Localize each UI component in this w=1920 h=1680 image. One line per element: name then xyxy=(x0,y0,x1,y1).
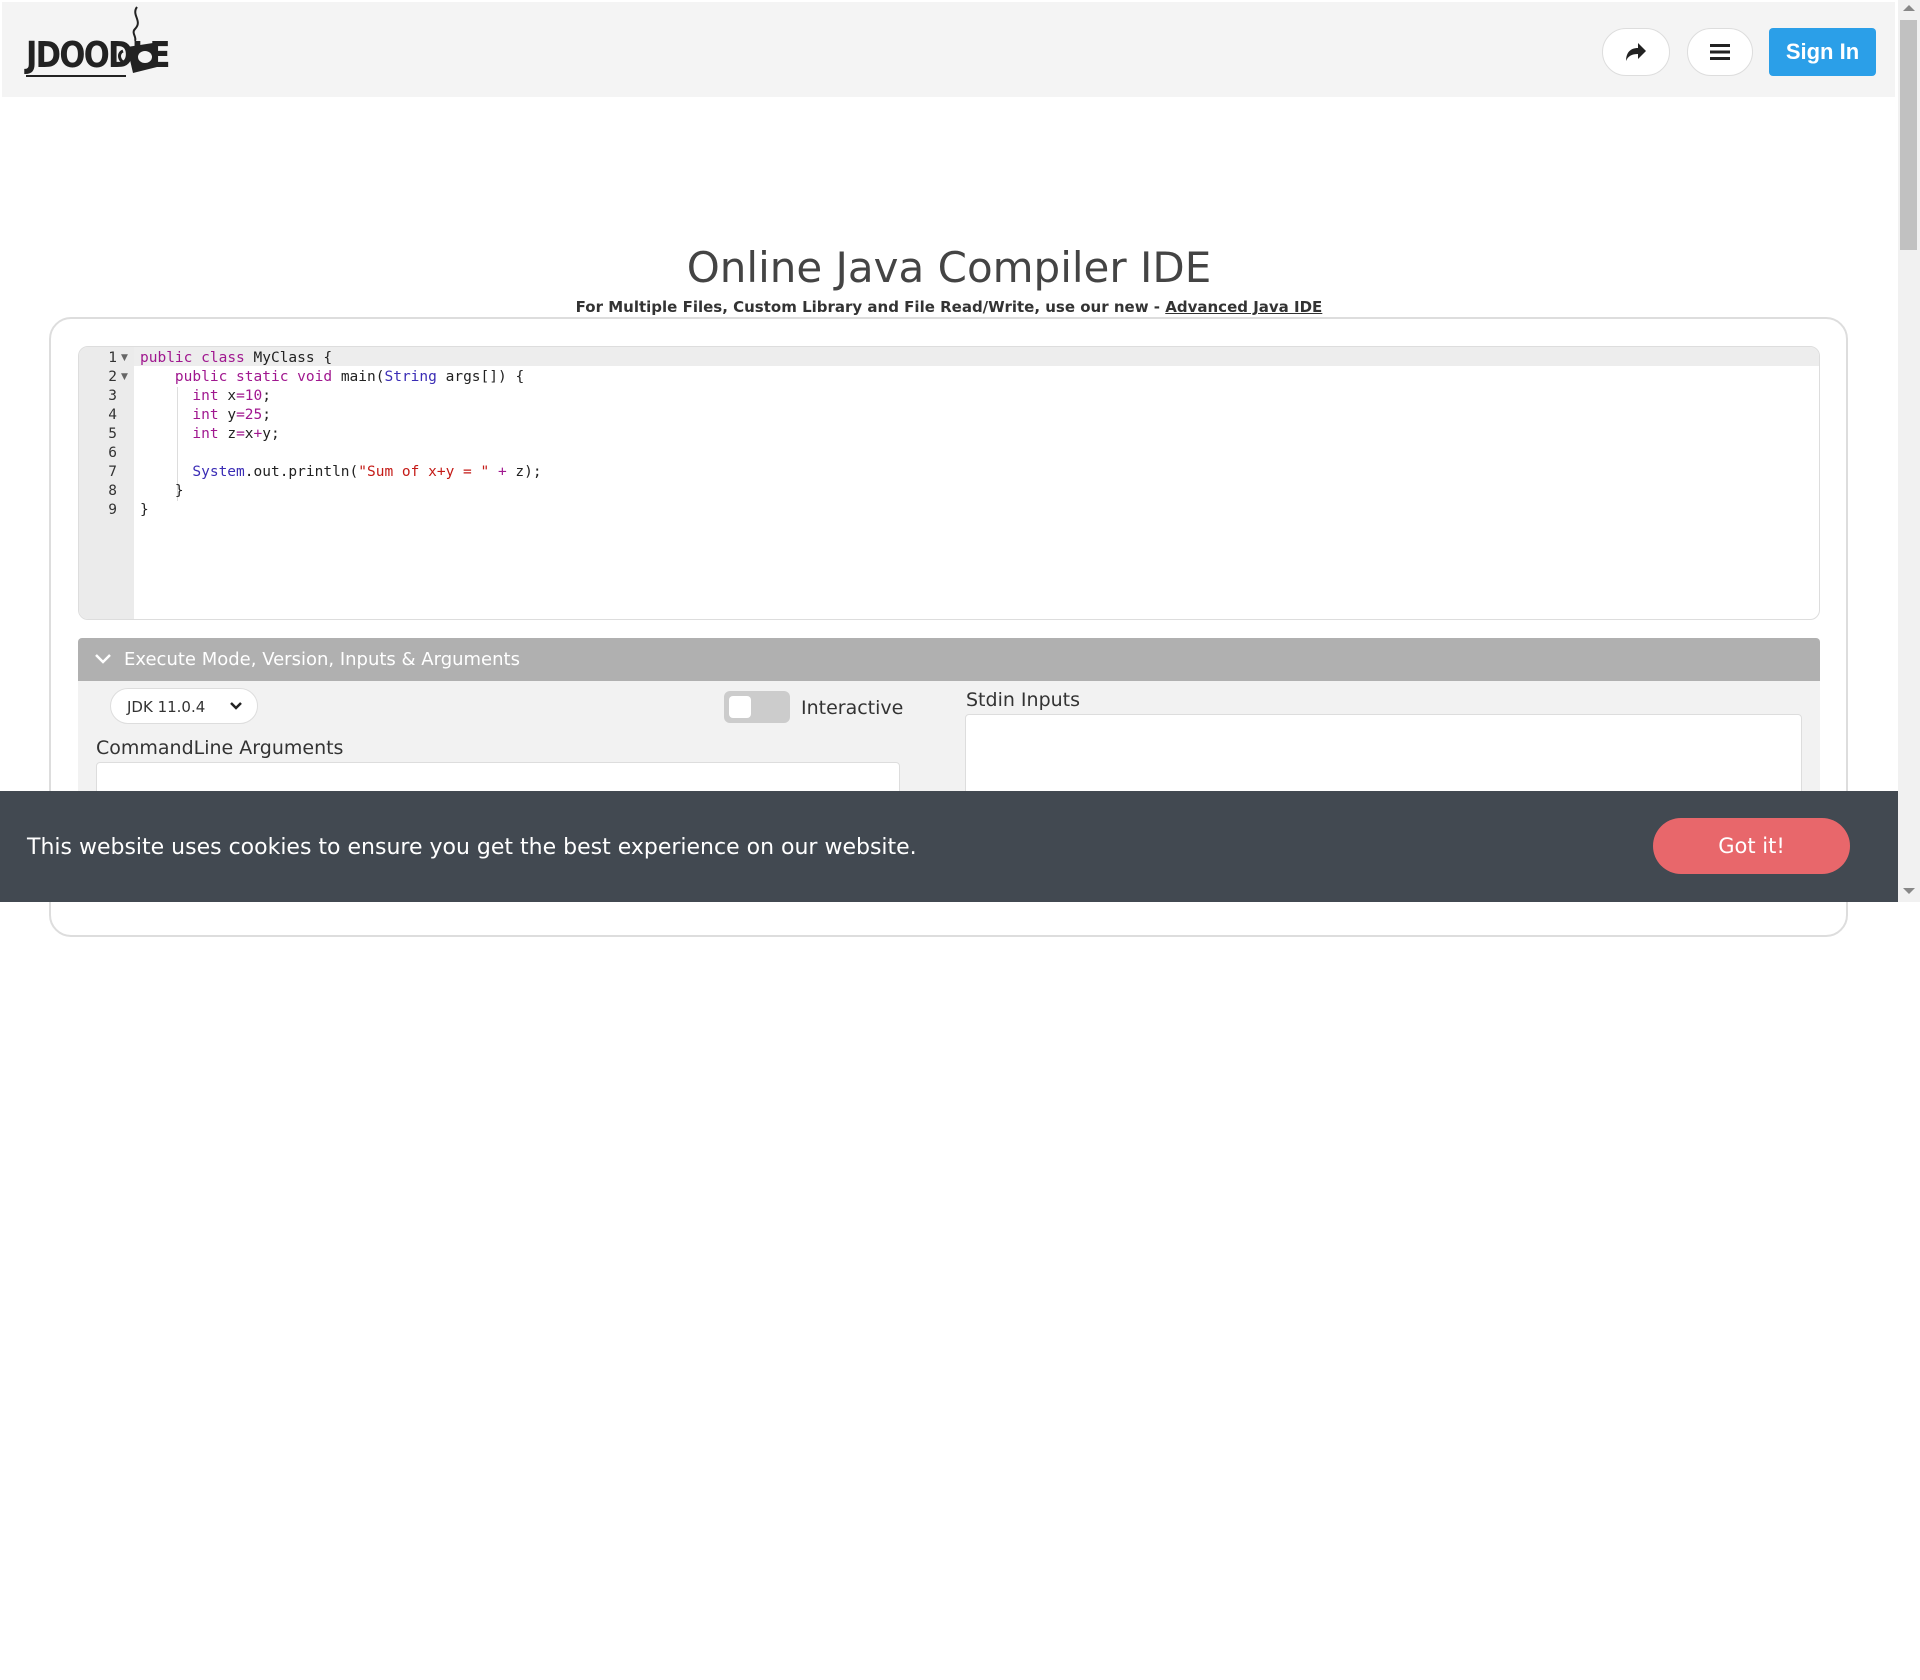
line-number: 6 xyxy=(108,445,117,461)
code-line: public class MyClass { xyxy=(140,350,333,366)
chevron-down-icon xyxy=(230,702,242,710)
line-number-gutter: 1 2 3 4 5 6 7 8 9 ▼ ▼ xyxy=(79,347,134,619)
code-line: int z=x+y; xyxy=(192,426,280,442)
code-line: } xyxy=(140,483,184,499)
fold-arrow-icon[interactable]: ▼ xyxy=(121,349,128,368)
cookie-message: This website uses cookies to ensure you … xyxy=(27,835,917,860)
page-subtitle: For Multiple Files, Custom Library and F… xyxy=(0,298,1898,316)
page-scrollbar[interactable] xyxy=(1898,0,1920,902)
line-number: 1 xyxy=(108,350,117,366)
top-navbar: JDOODLE Sign In xyxy=(2,2,1895,97)
cmd-args-label: CommandLine Arguments xyxy=(96,737,344,759)
cookie-banner: This website uses cookies to ensure you … xyxy=(0,791,1898,1680)
scroll-up-arrow-icon[interactable] xyxy=(1903,5,1915,11)
hamburger-menu-icon xyxy=(1710,44,1730,60)
code-line: int x=10; xyxy=(192,388,271,404)
interactive-label: Interactive xyxy=(801,697,904,719)
got-it-button[interactable]: Got it! xyxy=(1653,818,1850,874)
logo-underline xyxy=(26,75,126,77)
stdin-label: Stdin Inputs xyxy=(966,689,1081,711)
code-line: } xyxy=(140,502,149,518)
line-number: 7 xyxy=(108,464,117,480)
execute-options-header[interactable]: Execute Mode, Version, Inputs & Argument… xyxy=(78,638,1820,681)
sign-in-button[interactable]: Sign In xyxy=(1769,28,1876,76)
fold-arrow-icon[interactable]: ▼ xyxy=(121,368,128,387)
jdk-version-select[interactable]: JDK 11.0.4 xyxy=(110,688,258,724)
coffee-cup-icon xyxy=(118,6,157,73)
scroll-down-arrow-icon[interactable] xyxy=(1903,888,1915,894)
code-line: int y=25; xyxy=(192,407,271,423)
share-button[interactable] xyxy=(1602,28,1670,76)
code-editor[interactable]: 1 2 3 4 5 6 7 8 9 ▼ ▼ public class MyCla… xyxy=(78,346,1820,620)
line-number: 2 xyxy=(108,369,117,385)
jdoodle-logo[interactable]: JDOODLE xyxy=(22,5,170,80)
chevron-down-icon xyxy=(95,654,111,664)
active-line-highlight xyxy=(79,347,1819,366)
watermark-text: https://blog.csdn.net/fly910905 xyxy=(1695,1664,1885,1680)
jdk-version-value: JDK 11.0.4 xyxy=(127,698,206,716)
line-number: 4 xyxy=(108,407,117,423)
share-icon xyxy=(1626,43,1646,61)
page-title: Online Java Compiler IDE xyxy=(686,243,1212,292)
line-number: 5 xyxy=(108,426,117,442)
execute-options-label: Execute Mode, Version, Inputs & Argument… xyxy=(124,649,520,670)
line-number: 8 xyxy=(108,483,117,499)
code-line: System.out.println("Sum of x+y = " + z); xyxy=(192,464,542,480)
toggle-knob xyxy=(729,696,751,718)
advanced-ide-link[interactable]: Advanced Java IDE xyxy=(1165,298,1322,316)
line-number: 9 xyxy=(108,502,117,518)
code-line: public static void main(String args[]) { xyxy=(174,369,525,385)
interactive-toggle[interactable] xyxy=(724,691,790,723)
subtitle-text: For Multiple Files, Custom Library and F… xyxy=(575,298,1166,316)
scroll-thumb[interactable] xyxy=(1900,20,1917,250)
menu-button[interactable] xyxy=(1687,28,1753,76)
line-number: 3 xyxy=(108,388,117,404)
